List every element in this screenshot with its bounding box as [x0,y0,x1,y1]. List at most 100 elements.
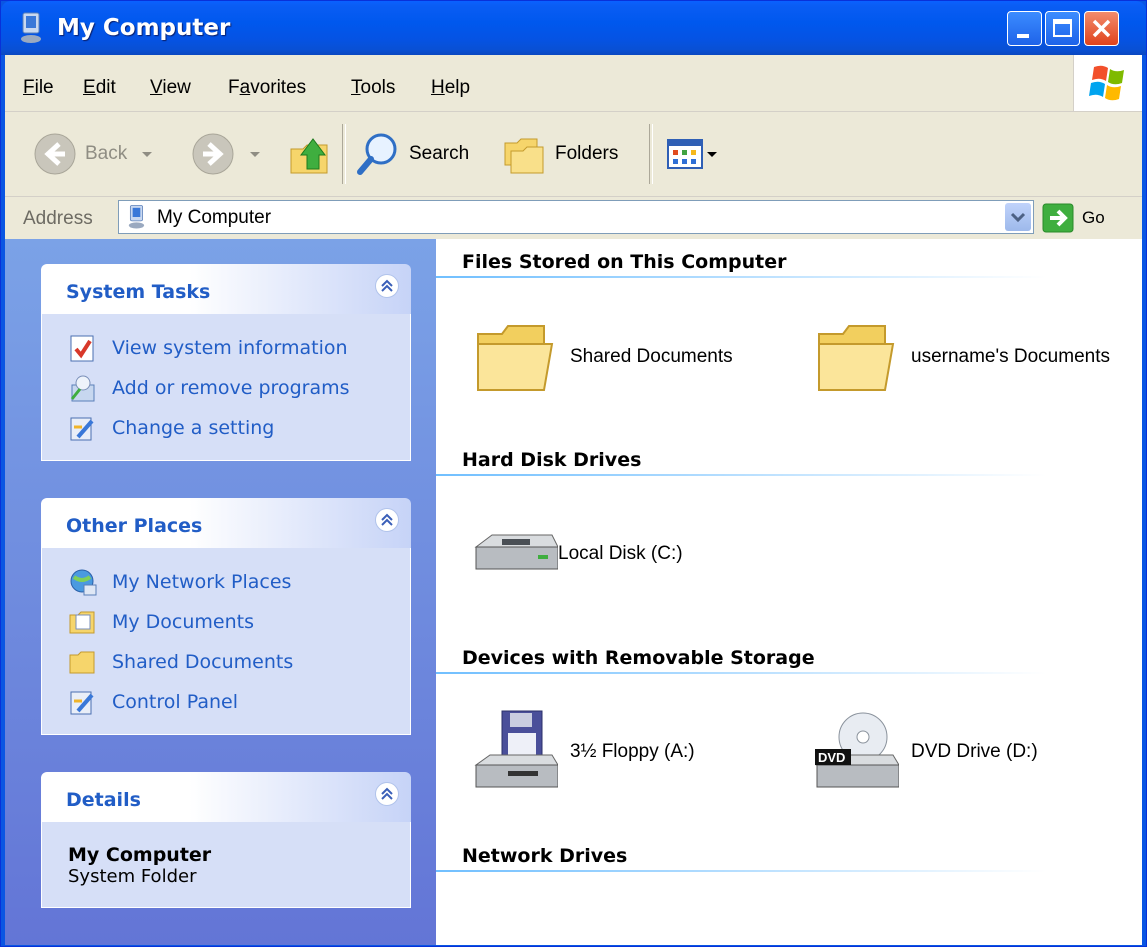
close-button[interactable] [1084,11,1119,46]
go-arrow-icon [1042,203,1074,233]
place-my-documents[interactable]: My Documents [42,602,410,642]
windows-logo [1073,55,1142,111]
chevron-down-icon [142,152,153,157]
toolbar-separator [342,124,346,184]
chevron-down-icon [1010,212,1026,223]
menu-tools[interactable]: Tools [351,77,395,99]
folder-icon [477,325,554,391]
details-type: System Folder [68,866,197,887]
task-pane: System Tasks View system information Add… [5,239,436,945]
group-hdd-header: Hard Disk Drives [462,449,642,471]
group-divider [436,870,1046,872]
details-header[interactable]: Details [41,772,411,822]
documents-icon [69,611,95,634]
back-arrow-icon [34,133,76,175]
address-bar: Address My Computer Go [5,197,1142,239]
folders-icon [504,138,544,174]
windows-flag-icon [1089,65,1124,101]
control-panel-icon [70,417,94,441]
address-label: Address [23,208,93,229]
minimize-icon [1017,34,1029,38]
place-control-panel[interactable]: Control Panel [42,682,410,722]
toolbar: Back Search Folders [5,112,1142,197]
forward-arrow-icon [192,133,234,175]
group-divider [436,276,1046,278]
item-local-disk[interactable]: Local Disk (C:) [472,511,683,597]
other-places-body: My Network Places My Documents Shared Do… [41,548,411,735]
other-places-panel: Other Places My Network Places My Docume… [41,498,411,735]
group-divider [436,672,1046,674]
go-label: Go [1082,208,1105,227]
folder-icon [818,325,895,391]
address-value: My Computer [157,207,272,228]
go-button[interactable]: Go [1042,202,1105,234]
menu-favorites[interactable]: Favorites [228,77,306,99]
panel-title: Other Places [66,515,203,537]
panel-title: System Tasks [66,281,211,303]
title-bar[interactable]: My Computer [1,1,1146,55]
up-folder-button[interactable] [287,130,333,178]
hard-drive-icon [474,534,558,570]
chevron-down-icon [250,152,260,157]
collapse-chevron-icon[interactable] [375,508,399,532]
dvd-badge: DVD [818,750,845,765]
group-network-header: Network Drives [462,845,628,867]
details-body: My Computer System Folder [41,822,411,908]
group-divider [436,474,1046,476]
folders-label: Folders [555,143,619,164]
close-icon [1092,19,1111,38]
task-view-system-information[interactable]: View system information [42,328,410,368]
collapse-chevron-icon[interactable] [375,274,399,298]
dvd-drive-icon: DVD [815,712,899,788]
place-my-network-places[interactable]: My Network Places [42,562,410,602]
up-folder-icon [290,138,328,174]
floppy-drive-icon [474,710,558,788]
menu-edit[interactable]: Edit [83,77,116,99]
explorer-window: My Computer File Edit View Favorites Too… [0,0,1147,947]
views-icon [667,139,703,169]
computer-icon [128,205,145,229]
address-input[interactable]: My Computer [118,200,1034,234]
item-floppy-drive[interactable]: 3½ Floppy (A:) [472,709,695,795]
menu-help[interactable]: Help [431,77,470,99]
control-panel-icon [70,691,94,715]
address-dropdown-button[interactable] [1005,203,1031,231]
window-title: My Computer [57,15,231,41]
forward-button[interactable] [191,130,265,178]
place-shared-documents[interactable]: Shared Documents [42,642,410,682]
group-removable-header: Devices with Removable Storage [462,647,815,669]
back-button[interactable]: Back [33,130,157,178]
back-label: Back [85,143,128,164]
group-files-header: Files Stored on This Computer [462,251,787,273]
minimize-button[interactable] [1007,11,1042,46]
system-tasks-body: View system information Add or remove pr… [41,314,411,461]
folders-button[interactable]: Folders [501,130,618,178]
details-name: My Computer [68,844,212,866]
menu-view[interactable]: View [150,77,191,99]
panel-title: Details [66,789,141,811]
maximize-button[interactable] [1045,11,1080,46]
system-tasks-panel: System Tasks View system information Add… [41,264,411,461]
add-remove-icon [70,375,95,402]
task-change-a-setting[interactable]: Change a setting [42,408,410,448]
folder-icon [69,651,95,674]
other-places-header[interactable]: Other Places [41,498,411,548]
collapse-chevron-icon[interactable] [375,782,399,806]
system-info-icon [70,335,94,362]
chevron-down-icon [707,152,717,157]
details-panel: Details My Computer System Folder [41,772,411,908]
item-shared-documents[interactable]: Shared Documents [472,314,733,400]
task-add-remove-programs[interactable]: Add or remove programs [42,368,410,408]
menu-file[interactable]: File [23,77,54,99]
item-dvd-drive[interactable]: DVD DVD Drive (D:) [813,709,1038,795]
views-button[interactable] [665,130,719,178]
item-user-documents[interactable]: username's Documents [813,314,1110,400]
content-pane: Files Stored on This Computer Shared Doc… [436,239,1142,945]
search-label: Search [409,143,470,164]
menu-bar: File Edit View Favorites Tools Help [5,55,1142,112]
toolbar-separator [649,124,653,184]
search-icon [357,133,397,175]
computer-icon [21,12,41,43]
search-button[interactable]: Search [355,130,469,178]
system-tasks-header[interactable]: System Tasks [41,264,411,314]
